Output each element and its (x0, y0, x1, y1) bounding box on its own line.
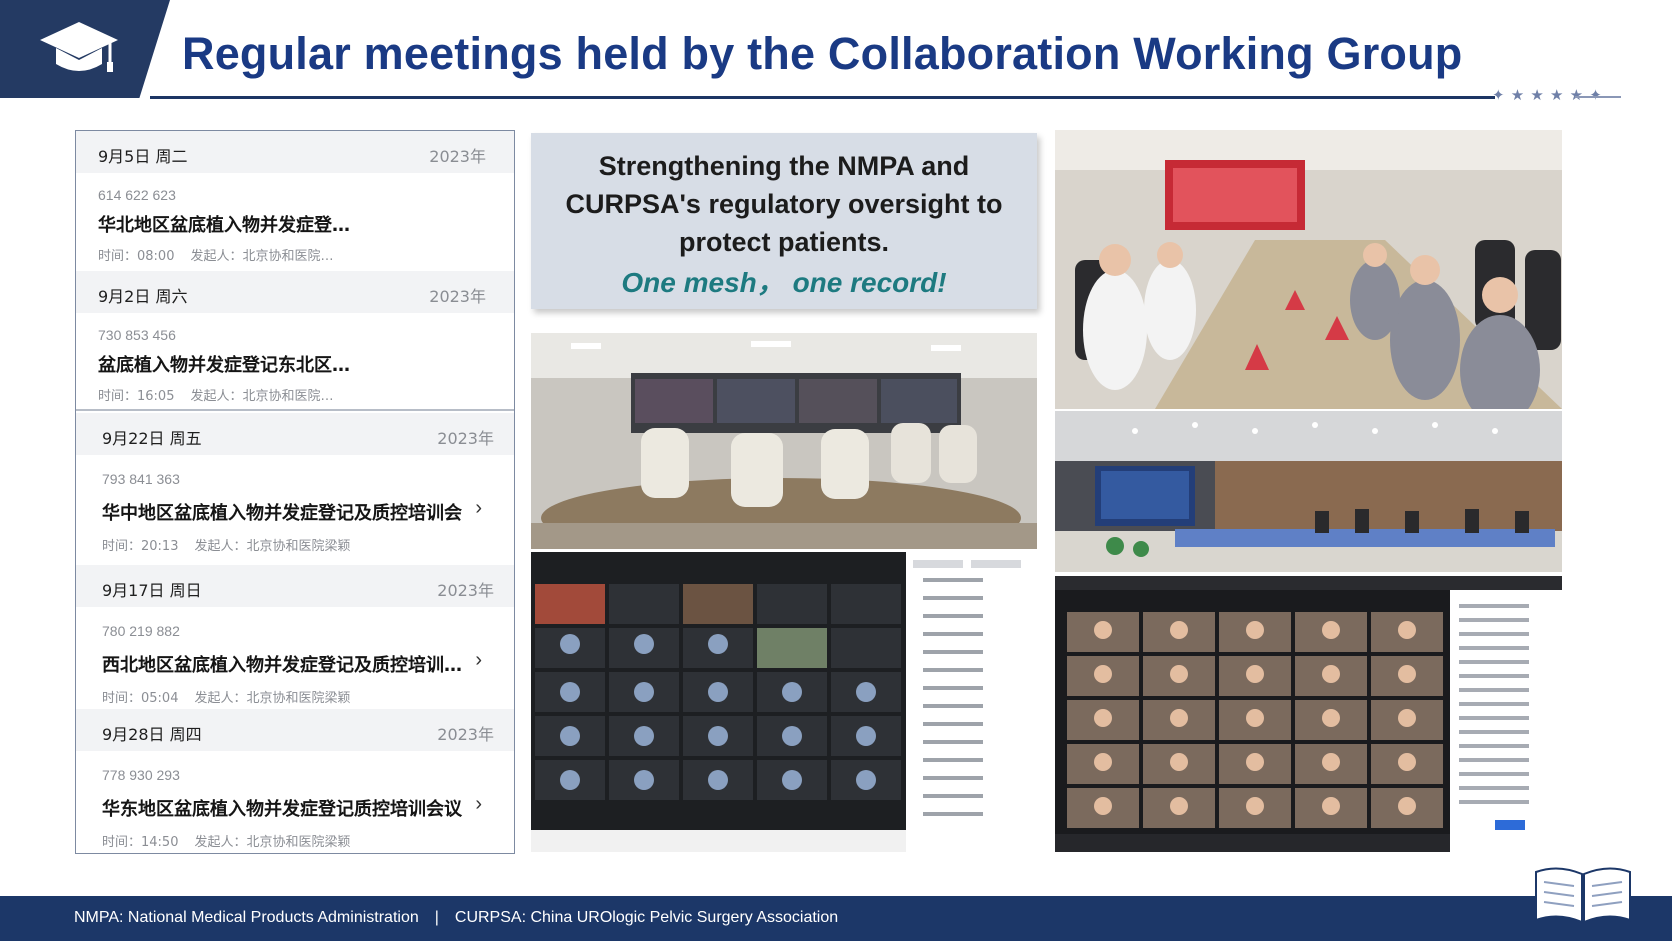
page-title: Regular meetings held by the Collaborati… (182, 28, 1463, 79)
chevron-right-icon: › (475, 649, 482, 671)
meeting-room-photo (531, 333, 1037, 549)
conference-table-photo (1055, 130, 1562, 409)
list-divider (76, 409, 514, 411)
meeting-organizer: 发起人：北京协和医院… (190, 249, 334, 264)
meeting-card[interactable]: 793 841 363 华中地区盆底植入物并发症登记及质控培训会 › 时间：20… (76, 455, 514, 565)
meeting-id: 614 622 623 (98, 187, 176, 203)
graduation-cap-icon (40, 22, 118, 72)
calendar-section: 9月28日 周四 2023年 778 930 293 华东地区盆底植入物并发症登… (76, 709, 514, 853)
meeting-time: 时间：08:00 (98, 249, 175, 264)
chevron-right-icon: › (475, 497, 482, 519)
calendar-section: 9月17日 周日 2023年 780 219 882 西北地区盆底植入物并发症登… (76, 565, 514, 717)
auditorium-meeting-photo (1055, 411, 1562, 572)
meeting-organizer: 发起人：北京协和医院… (190, 389, 334, 404)
star-decoration: ✦ ★ ★ ★ ★ ✦ (1492, 87, 1603, 104)
meeting-year: 2023年 (437, 725, 494, 744)
meeting-organizer: 发起人：北京协和医院梁颖 (194, 539, 351, 554)
meeting-organizer: 发起人：北京协和医院梁颖 (194, 691, 351, 706)
calendar-section: 9月2日 周六 2023年 730 853 456 盆底植入物并发症登记东北区…… (76, 271, 514, 413)
meeting-time: 时间：16:05 (98, 389, 175, 404)
meeting-card[interactable]: 730 853 456 盆底植入物并发症登记东北区… 时间：16:05 发起人：北… (76, 313, 514, 413)
meeting-name: 西北地区盆底植入物并发症登记及质控培训… (102, 655, 462, 676)
calendar-section: 9月5日 周二 2023年 614 622 623 华北地区盆底植入物并发症登…… (76, 131, 514, 273)
meeting-time: 时间：05:04 (102, 691, 179, 706)
video-gallery-screenshot (1055, 576, 1562, 852)
title-underline-tail (1575, 96, 1621, 98)
meeting-time: 时间：20:13 (102, 539, 179, 554)
slogan: One mesh， one record! (621, 267, 947, 298)
calendar-section: 9月22日 周五 2023年 793 841 363 华中地区盆底植入物并发症登… (76, 413, 514, 565)
meeting-year: 2023年 (437, 581, 494, 600)
meeting-date: 9月17日 周日 (102, 581, 202, 600)
meeting-date: 9月2日 周六 (98, 287, 188, 306)
footer-curpsa: CURPSA: China UROlogic Pelvic Surgery As… (454, 909, 839, 926)
title-underline (150, 96, 1495, 99)
meeting-year: 2023年 (437, 429, 494, 448)
meeting-card[interactable]: 614 622 623 华北地区盆底植入物并发症登… 时间：08:00 发起人：北… (76, 173, 514, 273)
video-conference-screenshot (531, 552, 1037, 852)
meeting-date: 9月28日 周四 (102, 725, 202, 744)
footer-nmpa: NMPA: National Medical Products Administ… (74, 909, 419, 926)
meeting-id: 730 853 456 (98, 327, 176, 343)
meeting-id: 778 930 293 (102, 767, 180, 783)
meeting-year: 2023年 (429, 147, 486, 166)
meeting-name: 盆底植入物并发症登记东北区… (98, 355, 350, 376)
meeting-organizer: 发起人：北京协和医院梁颖 (194, 835, 351, 850)
meeting-calendar-list: 9月5日 周二 2023年 614 622 623 华北地区盆底植入物并发症登…… (75, 130, 515, 854)
meeting-name: 华中地区盆底植入物并发症登记及质控培训会 (102, 503, 462, 524)
mission-statement: Strengthening the NMPA and CURPSA's regu… (565, 151, 1003, 257)
meeting-date: 9月22日 周五 (102, 429, 202, 448)
footer-abbreviations: NMPA: National Medical Products Administ… (74, 909, 838, 927)
meeting-year: 2023年 (429, 287, 486, 306)
open-book-icon (1535, 867, 1631, 924)
meeting-time: 时间：14:50 (102, 835, 179, 850)
meeting-name: 华东地区盆底植入物并发症登记质控培训会议 (102, 799, 462, 820)
mission-statement-box: Strengthening the NMPA and CURPSA's regu… (531, 133, 1037, 309)
footer-separator: | (434, 909, 439, 926)
meeting-date: 9月5日 周二 (98, 147, 188, 166)
chevron-right-icon: › (475, 793, 482, 815)
meeting-name: 华北地区盆底植入物并发症登… (98, 215, 350, 236)
meeting-card[interactable]: 780 219 882 西北地区盆底植入物并发症登记及质控培训… › 时间：05… (76, 607, 514, 717)
meeting-card[interactable]: 778 930 293 华东地区盆底植入物并发症登记质控培训会议 › 时间：14… (76, 751, 514, 853)
meeting-id: 780 219 882 (102, 623, 180, 639)
meeting-id: 793 841 363 (102, 471, 180, 487)
